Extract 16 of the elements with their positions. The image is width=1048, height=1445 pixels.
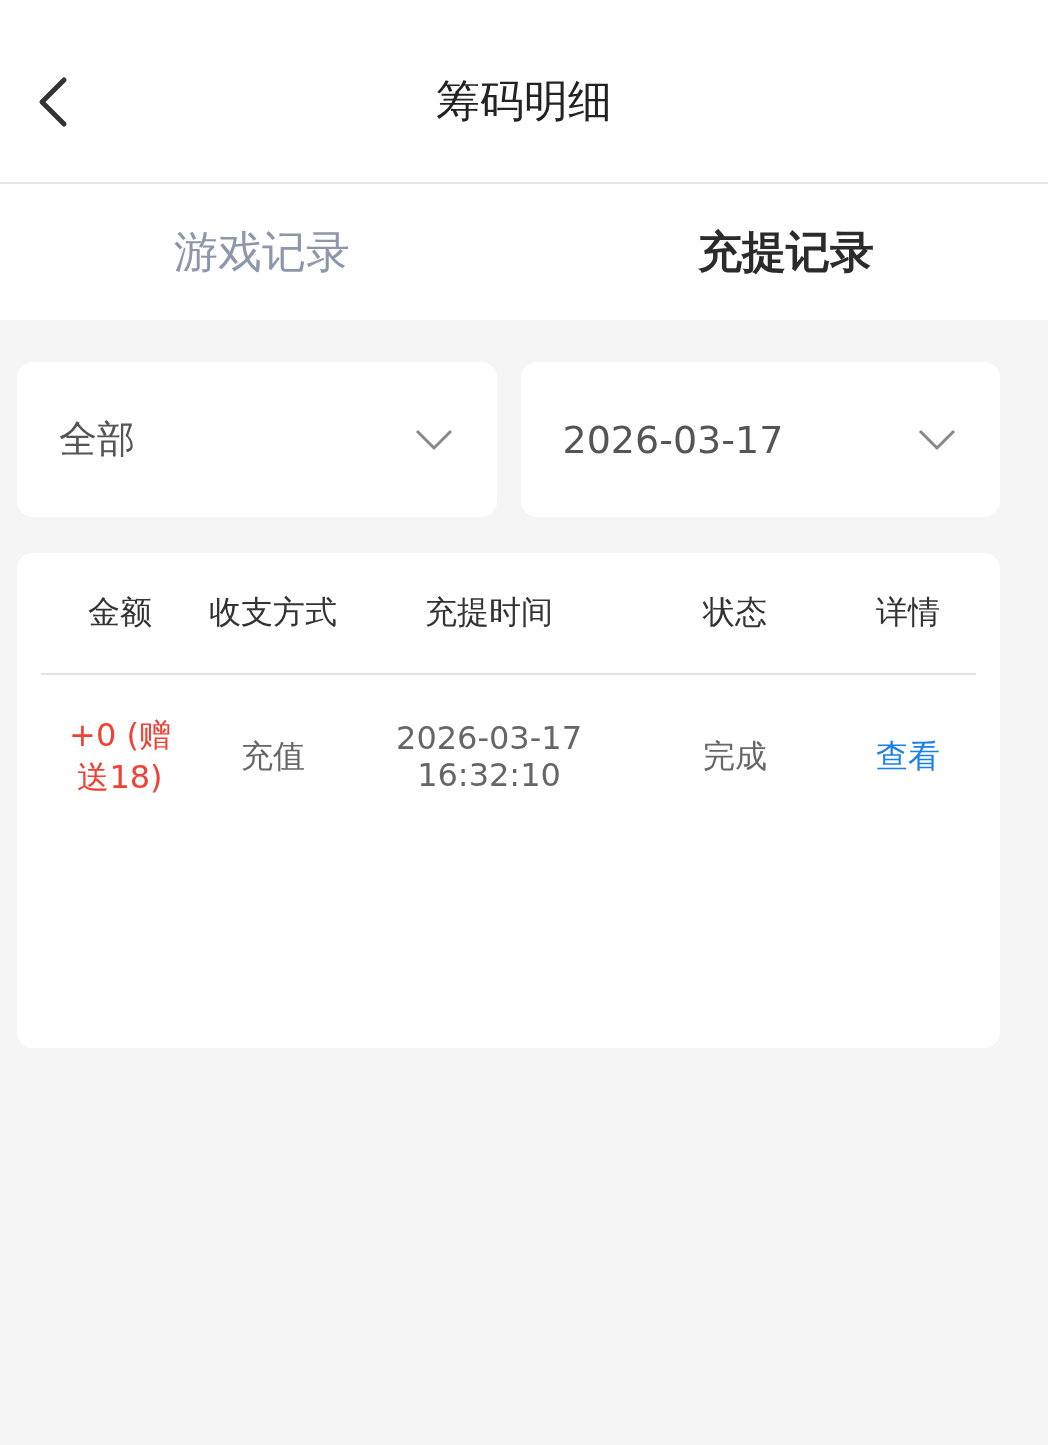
column-header: 状态 — [703, 592, 767, 633]
dropdown-field[interactable]: 2026-03-17 — [520, 362, 1000, 517]
column-header: 详情 — [876, 592, 940, 633]
column-header: 金额 — [88, 592, 152, 633]
table-cell-text: 2026-03-17 16:32:10 — [395, 720, 583, 794]
column-header: 充提时间 — [425, 592, 553, 633]
chevron-down-icon — [918, 428, 956, 451]
page-title: 筹码明细 — [436, 73, 612, 128]
table-cell-text: +0 (赠送18) — [68, 715, 172, 798]
column-header: 收支方式 — [209, 592, 337, 633]
tab[interactable]: 充提记录 — [524, 184, 1048, 320]
view-link[interactable]: 查看 — [876, 736, 940, 778]
table-cell: 完成 — [703, 736, 767, 778]
chevron-down-icon — [414, 428, 453, 451]
dropdown-field[interactable]: 全部 — [17, 362, 497, 517]
table-cell: 充值 — [241, 736, 305, 778]
